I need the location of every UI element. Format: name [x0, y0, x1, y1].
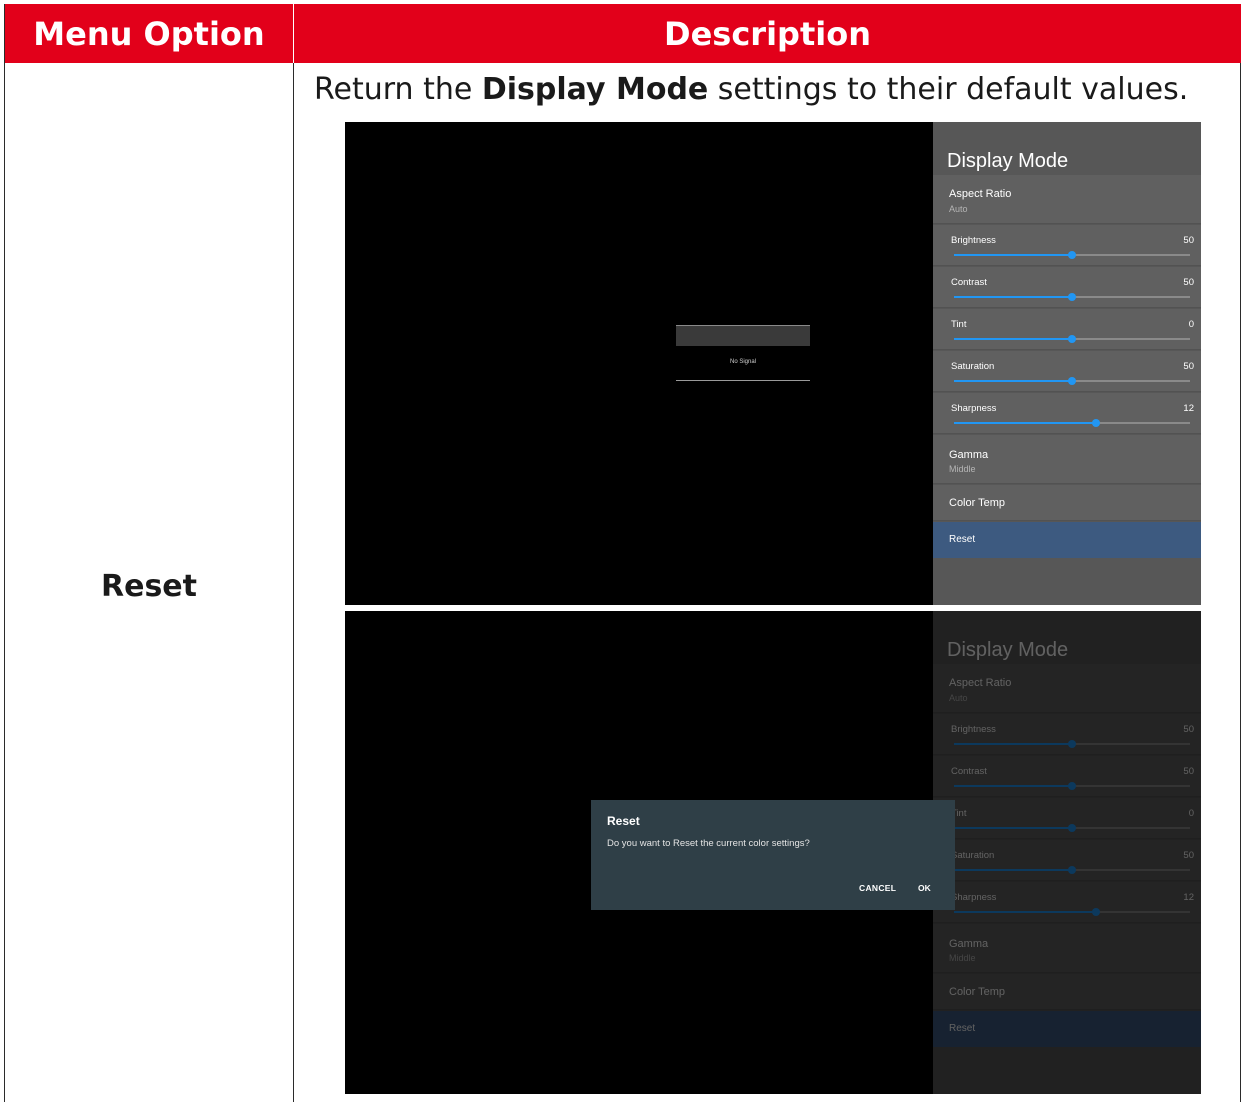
menu-table: Menu Option Description Reset Return the… [4, 4, 1241, 1102]
cancel-button[interactable]: CANCEL [859, 883, 896, 893]
slider-knob[interactable] [1068, 293, 1076, 301]
no-signal-text: No Signal [729, 359, 756, 365]
aspect-ratio-value: Auto [949, 204, 968, 214]
slider-fill [954, 338, 1072, 340]
aspect-ratio-label: Aspect Ratio [949, 188, 1012, 200]
display-mode-panel: Display Mode Aspect Ratio Auto Brightnes… [933, 122, 1201, 605]
menu-item-aspect-ratio[interactable]: Aspect Ratio Auto [933, 175, 1201, 224]
header-description: Description [293, 4, 1241, 63]
reset-dialog: Reset Do you want to Reset the current c… [591, 800, 955, 910]
gamma-label: Gamma [949, 449, 989, 461]
screenshot-reset-dialog: Display Mode Aspect Ratio Auto Brightnes… [345, 611, 1201, 1094]
menu-item-gamma[interactable]: Gamma Middle [933, 435, 1201, 484]
slider-track[interactable] [954, 251, 1190, 259]
slider-track[interactable] [954, 293, 1190, 301]
slider-track[interactable] [954, 419, 1190, 427]
slider-label: Contrast [951, 277, 987, 288]
slider-label: Saturation [951, 361, 995, 372]
slider-label: Sharpness [951, 403, 997, 414]
slider-value: 50 [1183, 235, 1194, 246]
slider-fill [954, 380, 1072, 382]
slider-knob[interactable] [1091, 419, 1100, 427]
slider-tint[interactable]: Tint 0 [933, 309, 1201, 350]
panel-dim-overlay [933, 611, 1201, 1094]
slider-value: 0 [1188, 319, 1194, 330]
dialog-message: Do you want to Reset the current color s… [607, 838, 810, 849]
description-suffix: settings to their default values. [708, 72, 1189, 107]
slider-track[interactable] [954, 377, 1190, 385]
slider-track[interactable] [954, 335, 1190, 343]
slider-value: 50 [1183, 277, 1194, 288]
description-prefix: Return the [314, 72, 482, 107]
no-signal-line [676, 380, 810, 381]
description-bold: Display Mode [481, 72, 709, 107]
slider-fill [954, 254, 1072, 256]
color-temp-label: Color Temp [949, 497, 1006, 509]
description-text: Return the Display Mode settings to thei… [314, 72, 1188, 107]
slider-contrast[interactable]: Contrast 50 [933, 267, 1201, 308]
gamma-value: Middle [949, 464, 976, 474]
ok-button[interactable]: OK [918, 883, 931, 893]
menu-option-reset: Reset [101, 569, 197, 604]
menu-item-reset[interactable]: Reset [933, 522, 1201, 558]
slider-knob[interactable] [1068, 377, 1076, 385]
reset-label: Reset [949, 534, 976, 545]
slider-fill [954, 296, 1072, 298]
panel-title: Display Mode [947, 150, 1069, 172]
dialog-title: Reset [607, 814, 640, 828]
slider-knob[interactable] [1068, 251, 1076, 259]
no-signal-box: No Signal [676, 325, 810, 381]
slider-saturation[interactable]: Saturation 50 [933, 351, 1201, 392]
slider-fill [954, 422, 1096, 424]
menu-item-color-temp[interactable]: Color Temp [933, 485, 1201, 521]
column-divider [293, 63, 294, 1102]
slider-brightness[interactable]: Brightness 50 [933, 225, 1201, 266]
slider-label: Brightness [951, 235, 996, 246]
screenshot-display-mode-menu: No Signal Display Mode Aspect Ratio Auto… [345, 122, 1201, 605]
slider-value: 50 [1183, 361, 1194, 372]
slider-label: Tint [951, 319, 967, 330]
slider-knob[interactable] [1068, 335, 1076, 343]
header-menu-option: Menu Option [5, 4, 293, 63]
no-signal-bar [676, 325, 810, 346]
slider-sharpness[interactable]: Sharpness 12 [933, 393, 1201, 434]
slider-value: 12 [1183, 403, 1194, 414]
